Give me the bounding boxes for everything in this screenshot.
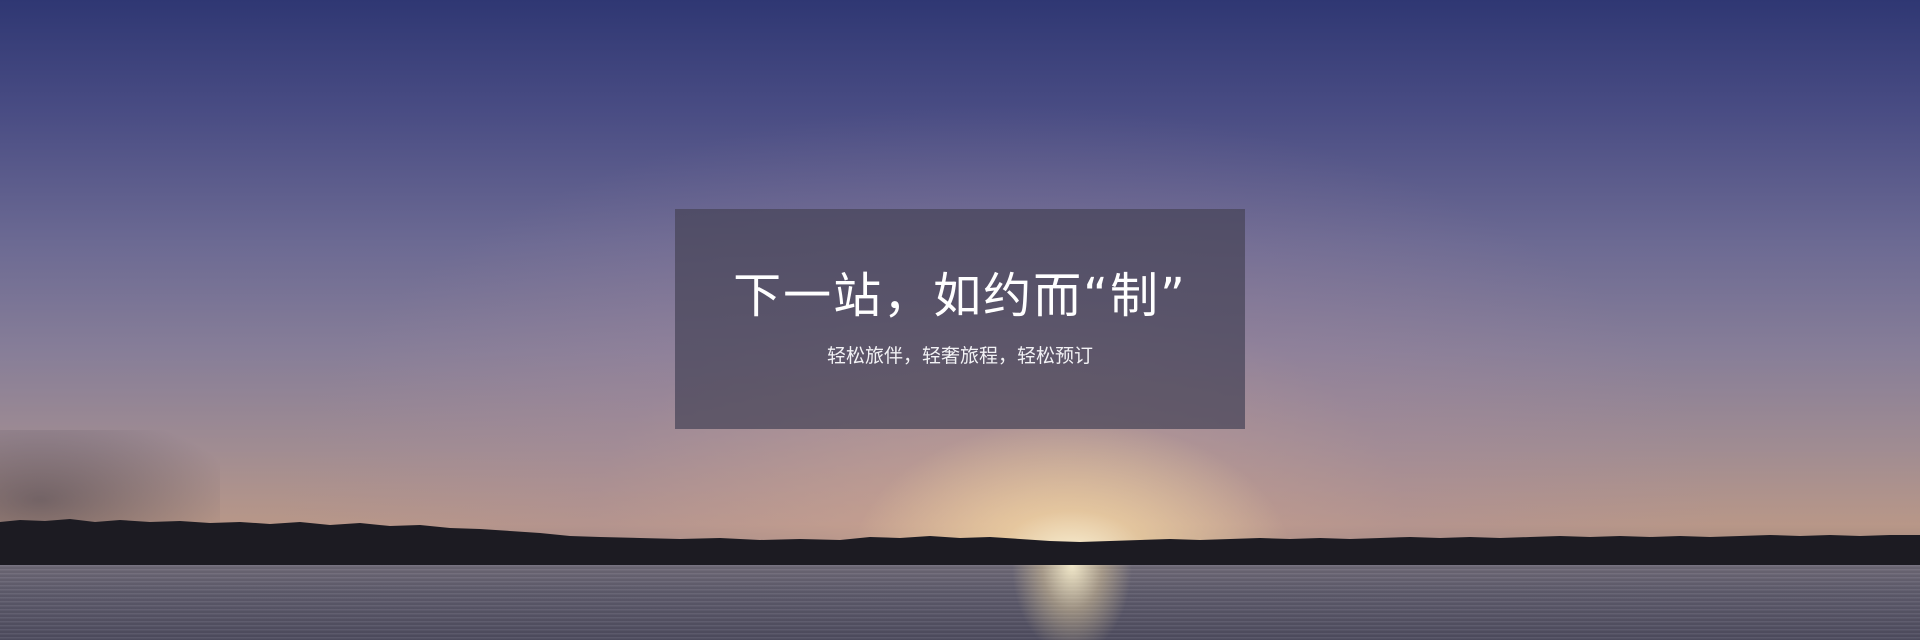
hero-subtitle: 轻松旅伴，轻奢旅程，轻松预订 <box>826 345 1093 367</box>
hero-banner: 下一站，如约而“制” 轻松旅伴，轻奢旅程，轻松预订 <box>0 0 1920 640</box>
hero-title: 下一站，如约而“制” <box>733 268 1187 324</box>
treeline-silhouette <box>0 519 1920 570</box>
caption-box: 下一站，如约而“制” 轻松旅伴，轻奢旅程，轻松预订 <box>675 209 1245 429</box>
lake-water <box>0 565 1920 640</box>
